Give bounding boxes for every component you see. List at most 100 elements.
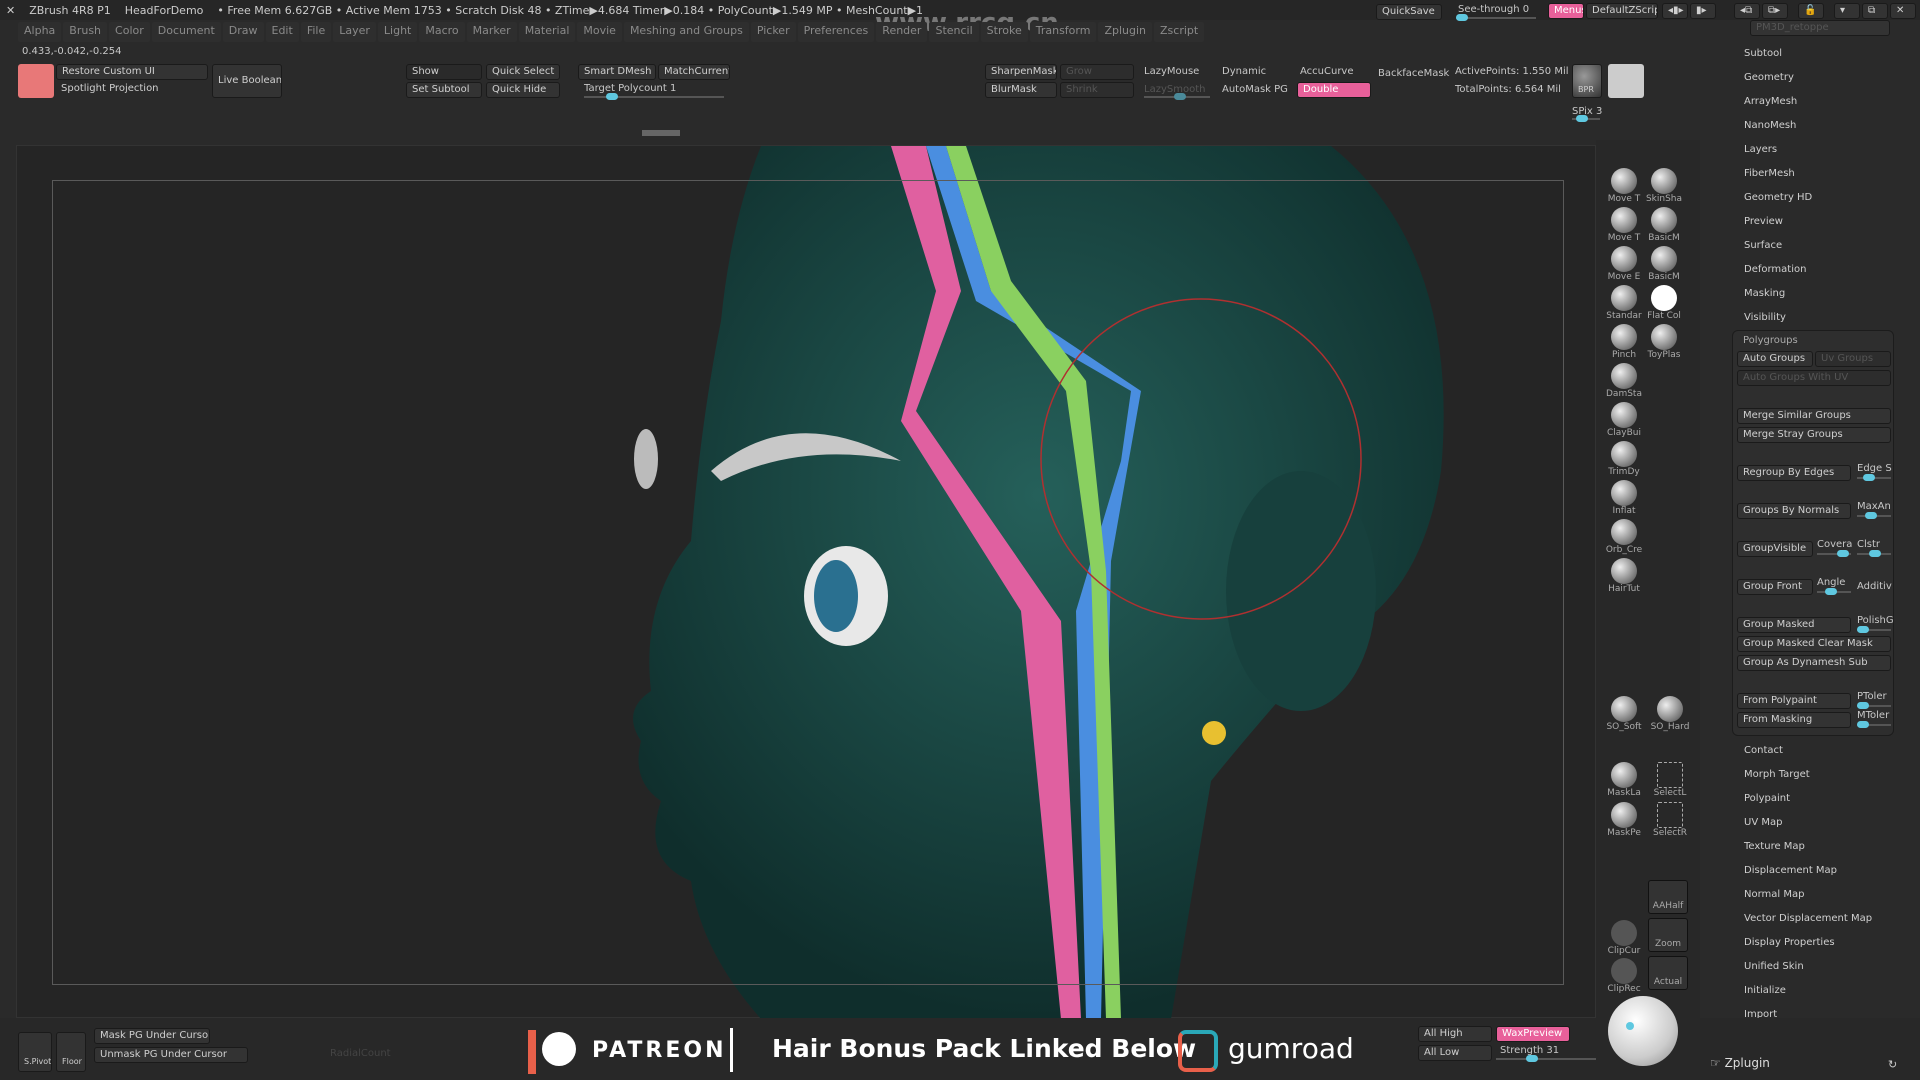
brush-damsta[interactable]: DamSta (1604, 363, 1644, 399)
restore-custom-ui-button[interactable]: Restore Custom UI (56, 64, 208, 80)
floor-button[interactable]: Floor (56, 1032, 86, 1072)
menu-file[interactable]: File (300, 22, 332, 42)
merge-similar-groups-button[interactable]: Merge Similar Groups (1737, 408, 1891, 424)
blur-mask-button[interactable]: BlurMask (985, 82, 1057, 98)
show-button[interactable]: Show (406, 64, 482, 80)
menu-subtool[interactable]: Subtool (1744, 48, 1782, 59)
brush-basicm[interactable]: BasicM (1644, 246, 1684, 282)
menu-transform[interactable]: Transform (1029, 22, 1097, 42)
group-masked-button[interactable]: Group Masked (1737, 617, 1851, 633)
backface-mask-button[interactable]: BackfaceMask (1378, 68, 1449, 79)
menu-surface[interactable]: Surface (1744, 240, 1782, 251)
menu-arraymesh[interactable]: ArrayMesh (1744, 96, 1797, 107)
groups-by-normals-button[interactable]: Groups By Normals (1737, 503, 1851, 519)
dynamic-button[interactable]: Dynamic (1222, 66, 1266, 77)
brush-flat-col[interactable]: Flat Col (1644, 285, 1684, 321)
brush-skinsha[interactable]: SkinSha (1644, 168, 1684, 204)
from-masking-button[interactable]: From Masking (1737, 712, 1851, 728)
double-button[interactable]: Double (1297, 82, 1371, 98)
minimize-icon[interactable]: ▾ (1834, 3, 1860, 19)
tool-selectr[interactable]: SelectR (1650, 802, 1690, 838)
group-as-dynamesh-sub-button[interactable]: Group As Dynamesh Sub (1737, 655, 1891, 671)
quicksave-button[interactable]: QuickSave (1376, 4, 1442, 20)
menu-brush[interactable]: Brush (63, 22, 108, 42)
auto-groups-uv-button[interactable]: Auto Groups With UV (1737, 370, 1891, 386)
zplugin-header[interactable]: ☞ Zplugin (1710, 1056, 1770, 1070)
maxangle-slider[interactable] (1857, 512, 1891, 519)
menu-layer[interactable]: Layer (333, 22, 376, 42)
spotlight-projection-button[interactable]: Spotlight Projection (56, 82, 208, 98)
next-layout-icon[interactable]: ⧉▸ (1762, 3, 1788, 19)
menu-geometry-hd[interactable]: Geometry HD (1744, 192, 1812, 203)
shelf-scrollbar[interactable] (642, 130, 680, 136)
brush-move-t[interactable]: Move T (1604, 207, 1644, 243)
all-low-button[interactable]: All Low (1418, 1045, 1492, 1061)
menu-visibility[interactable]: Visibility (1744, 312, 1786, 323)
menu-initialize[interactable]: Initialize (1744, 985, 1786, 996)
menu-unified-skin[interactable]: Unified Skin (1744, 961, 1804, 972)
quick-select-button[interactable]: Quick Select (486, 64, 560, 80)
menu-stencil[interactable]: Stencil (929, 22, 979, 42)
menu-macro[interactable]: Macro (419, 22, 465, 42)
accucurve-button[interactable]: AccuCurve (1300, 66, 1354, 77)
brush-move-e[interactable]: Move E (1604, 246, 1644, 282)
menu-displacement-map[interactable]: Displacement Map (1744, 865, 1837, 876)
menu-morph-target[interactable]: Morph Target (1744, 769, 1810, 780)
prev-layout-icon[interactable]: ◂⧉ (1734, 3, 1760, 19)
group-masked-clear-mask-button[interactable]: Group Masked Clear Mask (1737, 636, 1891, 652)
close-icon[interactable]: ✕ (1890, 3, 1916, 19)
brush-move-t[interactable]: Move T (1604, 168, 1644, 204)
bpr-button[interactable]: BPR (1572, 64, 1602, 98)
menu-light[interactable]: Light (377, 22, 418, 42)
menu-movie[interactable]: Movie (577, 22, 622, 42)
spix-slider[interactable] (1572, 115, 1600, 122)
brush-pinch[interactable]: Pinch (1604, 324, 1644, 360)
menu-fibermesh[interactable]: FiberMesh (1744, 168, 1795, 179)
all-high-button[interactable]: All High (1418, 1026, 1492, 1042)
uv-groups-button[interactable]: Uv Groups (1815, 351, 1891, 367)
zoom-button[interactable]: Zoom (1648, 918, 1688, 952)
brush-inflat[interactable]: Inflat (1604, 480, 1644, 516)
spivot-button[interactable]: S.Pivot (18, 1032, 52, 1072)
strength-slider[interactable] (1496, 1055, 1596, 1062)
restore-icon[interactable]: ⧉ (1862, 3, 1888, 19)
menu-zplugin[interactable]: Zplugin (1098, 22, 1153, 42)
brush-orb_cre[interactable]: Orb_Cre (1604, 519, 1644, 555)
menu-layers[interactable]: Layers (1744, 144, 1777, 155)
set-subtool-button[interactable]: Set Subtool (406, 82, 482, 98)
menu-texture-map[interactable]: Texture Map (1744, 841, 1805, 852)
menu-display-properties[interactable]: Display Properties (1744, 937, 1835, 948)
menu-marker[interactable]: Marker (466, 22, 517, 42)
brush-hairtut[interactable]: HairTut (1604, 558, 1644, 594)
menu-meshing-and-groups[interactable]: Meshing and Groups (623, 22, 749, 42)
menus-button[interactable]: Menus (1548, 3, 1584, 19)
cluster-slider[interactable] (1857, 550, 1891, 557)
brush-basicm[interactable]: BasicM (1644, 207, 1684, 243)
menu-material[interactable]: Material (518, 22, 576, 42)
lazysmooth-slider[interactable] (1144, 93, 1210, 100)
shrink-button[interactable]: Shrink (1060, 82, 1134, 98)
menu-normal-map[interactable]: Normal Map (1744, 889, 1804, 900)
menu-preferences[interactable]: Preferences (797, 22, 875, 42)
lazymouse-button[interactable]: LazyMouse (1144, 66, 1199, 77)
menu-uv-map[interactable]: UV Map (1744, 817, 1782, 828)
coverage-slider[interactable] (1817, 550, 1851, 557)
regroup-by-edges-button[interactable]: Regroup By Edges (1737, 465, 1851, 481)
sharpen-mask-button[interactable]: SharpenMask (985, 64, 1057, 80)
angle-slider[interactable] (1817, 588, 1851, 595)
default-zscript-button[interactable]: DefaultZScript (1586, 3, 1658, 19)
edge-slider[interactable] (1857, 474, 1891, 481)
menu-edit[interactable]: Edit (265, 22, 299, 42)
tool-maskpe[interactable]: MaskPe (1604, 802, 1644, 838)
navigation-sphere[interactable] (1608, 996, 1678, 1066)
menu-deformation[interactable]: Deformation (1744, 264, 1806, 275)
stroke-so_hard[interactable]: SO_Hard (1650, 696, 1690, 732)
brush-standar[interactable]: Standar (1604, 285, 1644, 321)
smart-dmesh-button[interactable]: Smart DMesh (578, 64, 656, 80)
menu-nanomesh[interactable]: NanoMesh (1744, 120, 1796, 131)
clip-cliprec[interactable]: ClipRec (1604, 958, 1644, 994)
menu-alpha[interactable]: Alpha (18, 22, 62, 42)
expand-ui-icon[interactable]: ▮▸ (1690, 3, 1716, 19)
automask-pg-button[interactable]: AutoMask PG (1222, 84, 1288, 95)
merge-stray-groups-button[interactable]: Merge Stray Groups (1737, 427, 1891, 443)
